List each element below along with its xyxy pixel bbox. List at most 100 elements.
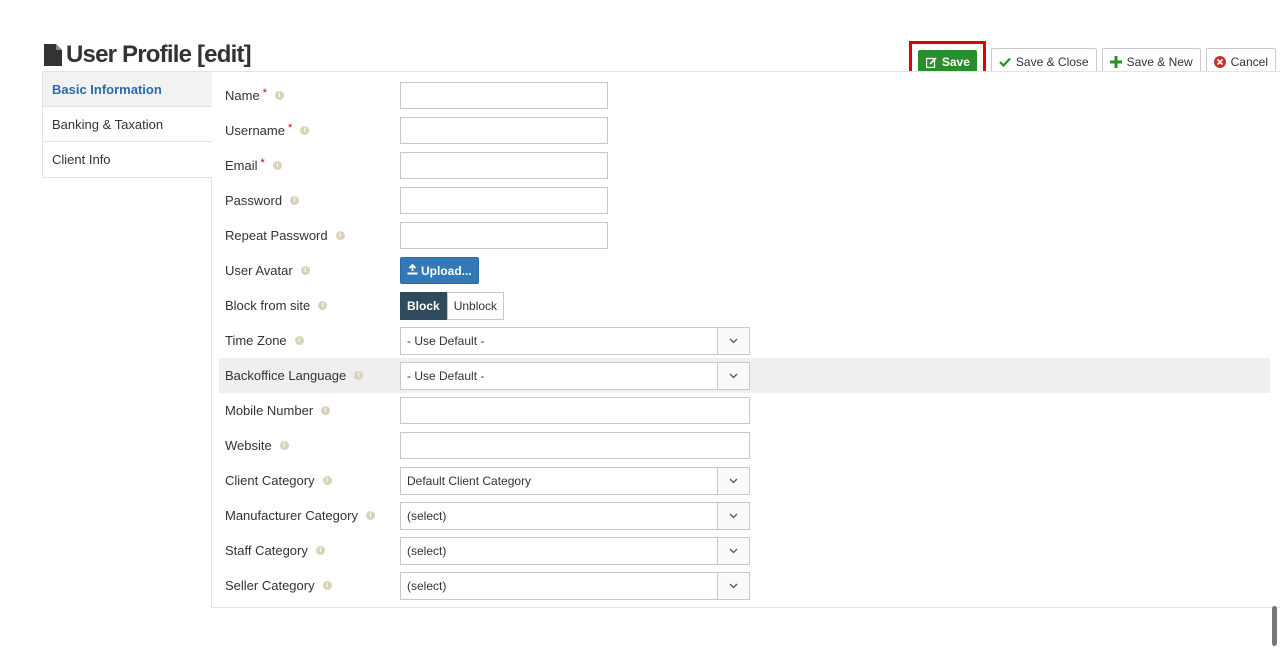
chevron-down-icon <box>717 572 749 599</box>
info-icon[interactable]: i <box>318 301 328 310</box>
scrollbar-thumb[interactable] <box>1272 606 1277 646</box>
field-label: Time Zone i <box>225 333 304 348</box>
chevron-down-icon <box>717 362 749 389</box>
staff-category-select[interactable]: (select) <box>400 536 750 565</box>
mobile-label: Mobile Number <box>225 403 314 418</box>
tab-client-info[interactable]: Client Info <box>43 142 212 177</box>
info-icon[interactable]: i <box>300 266 310 275</box>
backoffice-language-label: Backoffice Language <box>225 368 347 383</box>
form-row-avatar: User Avatar i Upload... <box>219 253 1270 288</box>
backoffice-language-select[interactable]: - Use Default - <box>400 361 750 390</box>
website-input[interactable] <box>400 432 750 459</box>
mobile-input[interactable] <box>400 397 750 424</box>
field-label: Repeat Password i <box>225 228 345 243</box>
repeat-password-input[interactable] <box>400 222 608 249</box>
field-label: Username * i <box>225 121 310 138</box>
block-toggle: Block Unblock <box>400 291 505 320</box>
field-label: Block from site i <box>225 298 328 313</box>
info-icon[interactable]: i <box>300 126 310 135</box>
save-label: Save <box>941 55 970 69</box>
form-row-mobile: Mobile Number i <box>219 393 1270 428</box>
upload-label: Upload... <box>421 263 472 278</box>
field-label: Backoffice Language i <box>225 368 364 383</box>
form-row-manufacturer-category: Manufacturer Category i (select) <box>219 498 1270 533</box>
block-option[interactable]: Block <box>400 291 447 320</box>
avatar-label: User Avatar <box>225 263 293 278</box>
info-icon[interactable]: i <box>322 476 332 485</box>
tab-basic-information[interactable]: Basic Information <box>43 72 212 107</box>
password-label: Password <box>225 193 283 208</box>
username-label: Username <box>225 123 285 138</box>
field-label: User Avatar i <box>225 263 310 278</box>
manufacturer-category-label: Manufacturer Category <box>225 508 358 523</box>
info-icon[interactable]: i <box>290 196 300 205</box>
info-icon[interactable]: i <box>279 441 289 450</box>
tab-label: Banking & Taxation <box>52 116 164 132</box>
cancel-icon <box>1214 56 1227 69</box>
save-new-label: Save & New <box>1126 55 1193 69</box>
form-row-password: Password i <box>219 183 1270 218</box>
field-label: Client Category i <box>225 473 332 488</box>
select-value: (select) <box>407 508 447 523</box>
client-category-select[interactable]: Default Client Category <box>400 466 750 495</box>
name-input[interactable] <box>400 82 608 109</box>
required-marker: * <box>287 121 293 134</box>
field-label: Mobile Number i <box>225 403 331 418</box>
form-row-staff-category: Staff Category i (select) <box>219 533 1270 568</box>
upload-button[interactable]: Upload... <box>400 257 479 284</box>
block-label: Block from site <box>225 298 311 313</box>
form-row-seller-category: Seller Category i (select) <box>219 568 1270 603</box>
staff-category-label: Staff Category <box>225 543 308 558</box>
chevron-down-icon <box>717 537 749 564</box>
field-label: Password i <box>225 193 300 208</box>
select-value: (select) <box>407 578 447 593</box>
email-label: Email <box>225 158 258 173</box>
select-value: - Use Default - <box>407 368 485 383</box>
edit-icon <box>925 56 938 69</box>
user-profile-form: Name * i Username * i Email * i Password… <box>219 78 1270 603</box>
info-icon[interactable]: i <box>354 371 364 380</box>
field-label: Seller Category i <box>225 578 332 593</box>
select-value: (select) <box>407 543 447 558</box>
form-row-email: Email * i <box>219 148 1270 183</box>
website-label: Website <box>225 438 272 453</box>
cancel-label: Cancel <box>1230 55 1268 69</box>
name-label: Name <box>225 88 260 103</box>
chevron-down-icon <box>717 502 749 529</box>
chevron-down-icon <box>717 467 749 494</box>
seller-category-select[interactable]: (select) <box>400 571 750 600</box>
unblock-option[interactable]: Unblock <box>446 291 505 320</box>
field-label: Name * i <box>225 87 284 103</box>
select-value: Default Client Category <box>407 473 532 488</box>
form-row-backoffice-language: Backoffice Language i - Use Default - <box>219 358 1270 393</box>
manufacturer-category-select[interactable]: (select) <box>400 501 750 530</box>
info-icon[interactable]: i <box>365 511 375 520</box>
timezone-label: Time Zone <box>225 333 287 348</box>
upload-icon <box>407 263 418 278</box>
form-row-block: Block from site i Block Unblock <box>219 288 1270 323</box>
info-icon[interactable]: i <box>321 406 331 415</box>
select-value: - Use Default - <box>407 333 485 348</box>
info-icon[interactable]: i <box>272 161 282 170</box>
info-icon[interactable]: i <box>335 231 345 240</box>
document-icon <box>44 44 62 66</box>
info-icon[interactable]: i <box>294 336 304 345</box>
field-label: Manufacturer Category i <box>225 508 375 523</box>
form-row-timezone: Time Zone i - Use Default - <box>219 323 1270 358</box>
field-label: Website i <box>225 438 289 453</box>
info-icon[interactable]: i <box>274 91 284 100</box>
form-row-username: Username * i <box>219 113 1270 148</box>
client-category-label: Client Category <box>225 473 315 488</box>
form-row-client-category: Client Category i Default Client Categor… <box>219 463 1270 498</box>
username-input[interactable] <box>400 117 608 144</box>
page-title: User Profile [edit] <box>44 40 252 70</box>
info-icon[interactable]: i <box>322 581 332 590</box>
required-marker: * <box>260 156 265 169</box>
chevron-down-icon <box>717 327 749 354</box>
timezone-select[interactable]: - Use Default - <box>400 326 750 355</box>
seller-category-label: Seller Category <box>225 578 315 593</box>
email-input[interactable] <box>400 152 608 179</box>
tab-banking-taxation[interactable]: Banking & Taxation <box>43 107 212 142</box>
password-input[interactable] <box>400 187 608 214</box>
info-icon[interactable]: i <box>315 546 325 555</box>
